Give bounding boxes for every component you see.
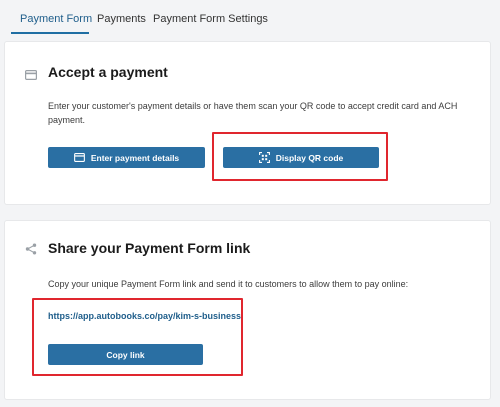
share-icon — [25, 242, 37, 260]
tab-payment-form[interactable]: Payment Form — [20, 13, 92, 25]
accept-payment-card: Accept a payment Enter your customer's p… — [5, 42, 490, 204]
display-qr-code-label: Display QR code — [275, 152, 344, 163]
tab-bar: Payment Form Payments Payment Form Setti… — [0, 0, 500, 36]
card-icon — [25, 67, 38, 85]
share-link-card: Share your Payment Form link Copy your u… — [5, 221, 490, 399]
share-link-title: Share your Payment Form link — [48, 240, 251, 256]
display-qr-code-button[interactable]: Display QR code — [223, 147, 379, 168]
card-icon — [73, 153, 85, 162]
enter-payment-details-button[interactable]: Enter payment details — [48, 147, 205, 168]
share-link-description: Copy your unique Payment Form link and s… — [48, 279, 409, 289]
copy-link-label: Copy link — [106, 349, 145, 360]
accept-payment-description: Enter your customer's payment details or… — [48, 101, 458, 125]
enter-payment-details-label: Enter payment details — [90, 152, 180, 163]
qr-code-icon — [258, 152, 270, 163]
tab-payments[interactable]: Payments — [97, 13, 146, 25]
payment-form-url-link[interactable]: https://app.autobooks.co/pay/kim-s-busin… — [48, 311, 241, 321]
copy-link-button[interactable]: Copy link — [48, 344, 203, 365]
active-tab-indicator — [11, 32, 89, 34]
tab-payment-form-settings[interactable]: Payment Form Settings — [153, 13, 268, 25]
accept-payment-title: Accept a payment — [48, 64, 168, 80]
